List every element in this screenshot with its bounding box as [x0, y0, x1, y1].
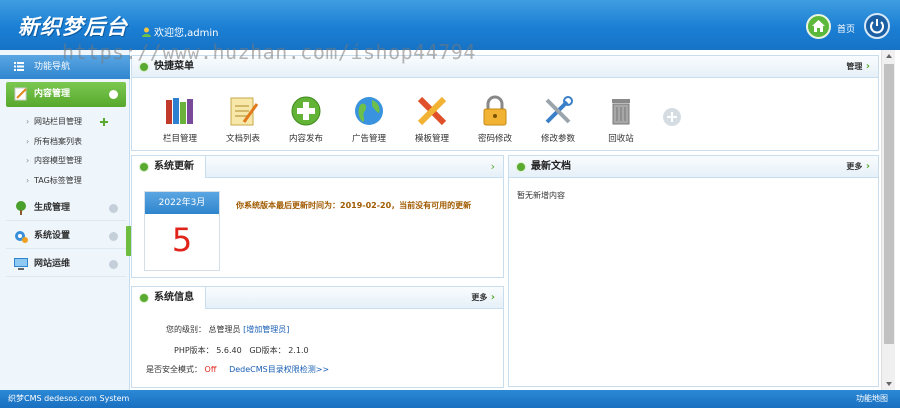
chevron-right-icon[interactable]: ›: [491, 156, 495, 178]
welcome-label: 欢迎您,admin: [154, 28, 219, 39]
sidebar-item-content-manage[interactable]: 内容管理: [6, 82, 126, 107]
add-shortcut-button[interactable]: [663, 108, 681, 126]
quick-item-columns[interactable]: 栏目管理: [150, 84, 210, 144]
chevron-right-icon: [109, 260, 118, 269]
info-row-php: PHP版本： 5.6.40 GD版本： 2.1.0: [174, 346, 309, 355]
latest-docs-empty: 暂无新增内容: [517, 191, 565, 200]
chevron-right-icon: [109, 232, 118, 241]
tools-icon: [545, 96, 573, 124]
scroll-down-arrow[interactable]: [886, 382, 892, 386]
quick-item-publish[interactable]: 内容发布: [276, 84, 336, 144]
app-logo: 新织梦后台: [18, 15, 128, 39]
gear-icon: [15, 231, 28, 243]
add-icon[interactable]: [100, 118, 108, 126]
home-icon: [812, 20, 825, 32]
sub-item-all-archives[interactable]: 所有档案列表: [26, 132, 126, 152]
panel-bullet-icon: [516, 162, 526, 172]
trash-icon: [612, 99, 630, 125]
plus-icon: [667, 112, 677, 122]
panel-bullet-icon: [139, 293, 149, 303]
sidebar: 功能导航 内容管理 网站栏目管理 所有档案列表 内容模型管理 TAG标签管理 生…: [0, 50, 130, 390]
calendar-widget: 2022年3月 5: [144, 191, 220, 271]
info-row-safe-mode: 是否安全模式： Off DedeCMS目录权限检测>>: [146, 365, 330, 374]
latest-docs-header: 最新文档 更多: [509, 156, 878, 178]
add-admin-link[interactable]: [增加管理员]: [243, 325, 289, 334]
panel-bullet-icon: [139, 162, 149, 172]
system-info-panel: 系统信息 更多 您的级别： 总管理员 [增加管理员] PHP版本： 5.6.40…: [131, 286, 504, 388]
latest-docs-title: 最新文档: [531, 161, 571, 172]
globe-icon: [355, 97, 383, 125]
system-update-header: 系统更新 ›: [132, 156, 503, 178]
edit-icon: [14, 87, 27, 101]
sub-item-content-model[interactable]: 内容模型管理: [26, 151, 126, 171]
welcome-text: 欢迎您,admin: [142, 24, 219, 39]
sidebar-item-ops[interactable]: 网站运维: [6, 252, 126, 277]
watermark-text: https://www.huzhan.com/ishop44794: [62, 40, 476, 64]
menu-list-icon: [14, 62, 24, 71]
sub-menu-list: 网站栏目管理 所有档案列表 内容模型管理 TAG标签管理: [26, 112, 126, 190]
update-message: 你系统版本最后更新时间为：2019-02-20，当前没有可用的更新: [236, 201, 472, 210]
chevron-right-icon: [109, 90, 118, 99]
logout-button[interactable]: [864, 13, 890, 39]
books-icon: [166, 98, 193, 124]
latest-docs-more-link[interactable]: 更多: [846, 156, 870, 178]
sidebar-item-generate[interactable]: 生成管理: [6, 196, 126, 221]
calendar-day: 5: [171, 221, 193, 259]
scroll-thumb[interactable]: [884, 64, 894, 344]
quick-menu-panel: 快捷菜单 管理 栏目管理 文档列表 内容发布: [131, 55, 879, 151]
user-icon: [142, 27, 151, 37]
system-info-header: 系统信息 更多: [132, 287, 503, 309]
home-label[interactable]: 首页: [837, 22, 855, 35]
system-update-title: 系统更新: [154, 161, 194, 172]
lock-icon: [483, 95, 507, 126]
system-info-tab[interactable]: 系统信息: [132, 287, 206, 309]
system-info-more-link[interactable]: 更多: [471, 287, 495, 309]
footer-bar: 织梦CMS dedesos.com System 功能地图: [0, 390, 900, 408]
info-row-level: 您的级别： 总管理员 [增加管理员]: [166, 325, 290, 334]
quick-item-doc-list[interactable]: 文档列表: [213, 84, 273, 144]
system-update-panel: 系统更新 › 2022年3月 5 你系统版本最后更新时间为：2019-02-20…: [131, 155, 504, 278]
footer-sitemap-link[interactable]: 功能地图: [856, 390, 888, 408]
vertical-scrollbar[interactable]: [881, 50, 895, 390]
system-update-tab[interactable]: 系统更新: [132, 156, 206, 178]
home-button[interactable]: [806, 14, 831, 39]
permission-check-link[interactable]: DedeCMS目录权限检测>>: [229, 365, 329, 374]
quick-item-password[interactable]: 密码修改: [465, 84, 525, 144]
latest-docs-panel: 最新文档 更多 暂无新增内容: [508, 155, 879, 387]
tree-icon: [16, 201, 26, 215]
quick-item-params[interactable]: 修改参数: [528, 84, 588, 144]
quick-item-ads[interactable]: 广告管理: [339, 84, 399, 144]
calendar-month: 2022年3月: [145, 192, 219, 214]
power-icon: [870, 19, 884, 34]
footer-copyright: 织梦CMS dedesos.com System: [8, 394, 130, 403]
monitor-icon: [14, 258, 28, 270]
sub-item-tag-manage[interactable]: TAG标签管理: [26, 171, 126, 191]
system-info-title: 系统信息: [154, 292, 194, 303]
chevron-right-icon: [109, 204, 118, 213]
sidebar-item-label: 内容管理: [34, 89, 71, 99]
quick-menu-manage-link[interactable]: 管理: [846, 56, 870, 78]
sidebar-item-settings[interactable]: 系统设置: [6, 224, 126, 249]
notepad-icon: [230, 97, 259, 126]
quick-item-recycle[interactable]: 回收站: [591, 84, 651, 144]
scroll-up-arrow[interactable]: [886, 54, 892, 58]
plus-circle-icon: [291, 96, 321, 126]
sub-item-column-manage[interactable]: 网站栏目管理: [26, 112, 126, 132]
quick-item-templates[interactable]: 模板管理: [402, 84, 462, 144]
pencil-ruler-icon: [417, 96, 447, 126]
